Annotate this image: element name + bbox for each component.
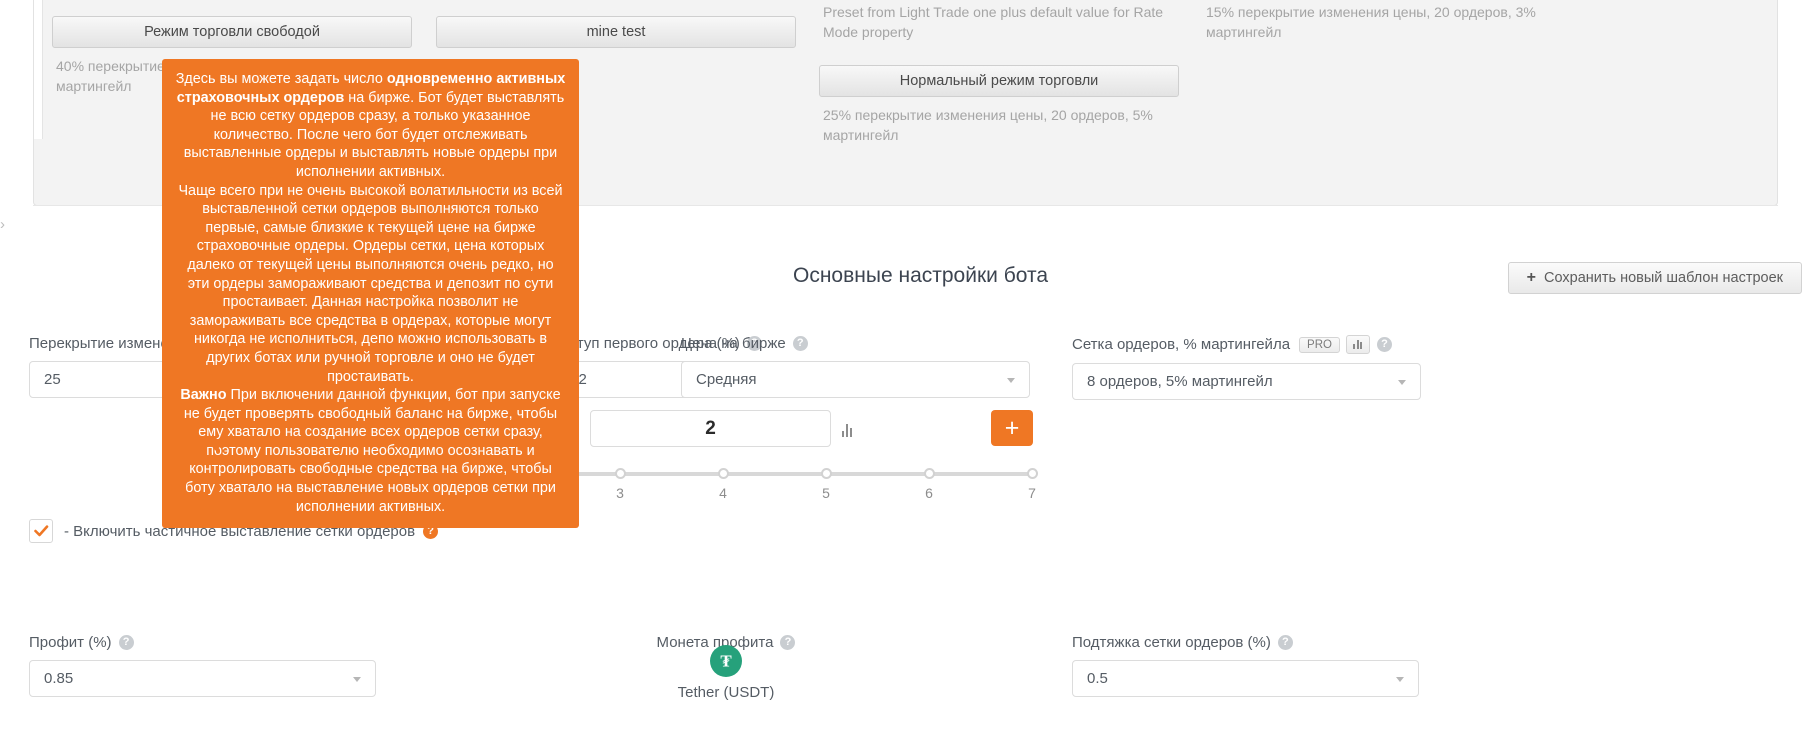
profit-select[interactable]: 0.85: [29, 660, 376, 697]
help-tooltip: Здесь вы можете задать число одновременн…: [162, 59, 579, 528]
slider-tick-7[interactable]: [1027, 468, 1038, 479]
slider-tick-label: 5: [822, 485, 830, 501]
profit-coin-name: Tether (USDT): [636, 684, 816, 701]
sidebar-collapse-handle[interactable]: [0, 216, 7, 256]
help-icon[interactable]: ?: [1377, 337, 1392, 352]
slider-tick-6[interactable]: [924, 468, 935, 479]
exchange-price-value: Средняя: [696, 371, 756, 388]
exchange-price-select[interactable]: Средняя: [681, 361, 1030, 398]
orders-grid-value: 8 ордеров, 5% мартингейл: [1087, 373, 1273, 390]
field-label: Сетка ордеров, % мартингейла PRO ?: [1072, 335, 1421, 354]
presets-panel-left-edge: [34, 0, 43, 139]
page-title: Основные настройки бота: [793, 264, 1048, 288]
preset-column-4: test locals Агрессивная торговля 15% пер…: [1202, 0, 1562, 65]
check-icon: [34, 525, 49, 537]
slider-tick-4[interactable]: [718, 468, 729, 479]
preset-button-normal-trade-mode[interactable]: Нормальный режим торговли: [819, 65, 1179, 97]
preset-slot: Нормальный режим торговли 25% перекрытие…: [819, 65, 1179, 146]
field-profit: Профит (%) ? 0.85: [29, 634, 376, 697]
tooltip-paragraph-1: Здесь вы можете задать число одновременн…: [175, 70, 566, 182]
preset-description: Preset from Light Trade one plus default…: [823, 2, 1179, 43]
save-template-button[interactable]: + Сохранить новый шаблон настроек: [1508, 262, 1802, 294]
field-label: Подтяжка сетки ордеров (%) ?: [1072, 634, 1419, 651]
profit-coin-display: ₮ Tether (USDT): [636, 645, 816, 701]
preset-button-free-trade-mode[interactable]: Режим торговли свободой: [52, 16, 412, 48]
exchange-price-label-text: Цена на бирже: [681, 335, 786, 352]
app-root: Reset all settings to defaults test save…: [0, 0, 1812, 734]
save-template-label: Сохранить новый шаблон настроек: [1544, 270, 1783, 286]
help-icon[interactable]: ?: [793, 336, 808, 351]
slider-tick-5[interactable]: [821, 468, 832, 479]
tooltip-p3-rest: При включении данной функции, бот при за…: [184, 387, 561, 515]
bar-chart-icon[interactable]: [842, 421, 852, 437]
profit-label-text: Профит (%): [29, 634, 112, 651]
plus-icon: +: [1527, 269, 1536, 286]
tooltip-p1-lead: Здесь вы можете задать число: [176, 71, 387, 87]
tooltip-paragraph-2: Чаще всего при не очень высокой волатиль…: [175, 182, 566, 387]
help-icon[interactable]: ?: [1278, 635, 1293, 650]
increment-button[interactable]: +: [991, 410, 1033, 446]
bar-chart-icon[interactable]: [1346, 335, 1370, 354]
overlap-value: 25: [44, 371, 61, 388]
preset-slot: mine test: [436, 16, 796, 48]
pro-badge[interactable]: PRO: [1299, 337, 1340, 353]
tooltip-p3-bold: Важно: [180, 387, 226, 403]
partial-grid-checkbox[interactable]: [29, 519, 53, 543]
orders-grid-label-text: Сетка ордеров, % мартингейла: [1072, 336, 1290, 353]
field-exchange-price: Цена на бирже ? Средняя: [681, 335, 1030, 398]
help-icon[interactable]: ?: [119, 635, 134, 650]
profit-value: 0.85: [44, 670, 73, 687]
field-label: Профит (%) ?: [29, 634, 376, 651]
slider-tick-label: 7: [1028, 485, 1036, 501]
preset-slot: Light Trade + Rate Modes Preset from Lig…: [819, 0, 1179, 43]
preset-description: 15% перекрытие изменения цены, 20 ордеро…: [1206, 2, 1562, 43]
slider-tick-3[interactable]: [615, 468, 626, 479]
preset-description: 25% перекрытие изменения цены, 20 ордеро…: [823, 105, 1179, 146]
orders-grid-select[interactable]: 8 ордеров, 5% мартингейл: [1072, 363, 1421, 400]
field-orders-grid: Сетка ордеров, % мартингейла PRO ? 8 орд…: [1072, 335, 1421, 400]
tooltip-paragraph-3: Важно При включении данной функции, бот …: [175, 386, 566, 516]
tether-icon: ₮: [710, 645, 742, 677]
preset-slot: Агрессивная торговля 15% перекрытие изме…: [1202, 0, 1562, 43]
slider-tick-label: 3: [616, 485, 624, 501]
grid-pullup-label-text: Подтяжка сетки ордеров (%): [1072, 634, 1271, 651]
slider-tick-label: 6: [925, 485, 933, 501]
active-orders-stepper[interactable]: 2: [590, 410, 831, 447]
slider-tick-label: 4: [719, 485, 727, 501]
field-label: Цена на бирже ?: [681, 335, 1030, 352]
active-orders-value: 2: [705, 418, 716, 440]
field-grid-pullup: Подтяжка сетки ордеров (%) ? 0.5: [1072, 634, 1419, 697]
preset-button-mine-test[interactable]: mine test: [436, 16, 796, 48]
grid-pullup-select[interactable]: 0.5: [1072, 660, 1419, 697]
tooltip-arrow: [206, 440, 226, 451]
grid-pullup-value: 0.5: [1087, 670, 1108, 687]
tether-symbol: ₮: [710, 653, 742, 670]
preset-column-3: light sets Light Trade + Rate Modes Pres…: [819, 0, 1179, 167]
